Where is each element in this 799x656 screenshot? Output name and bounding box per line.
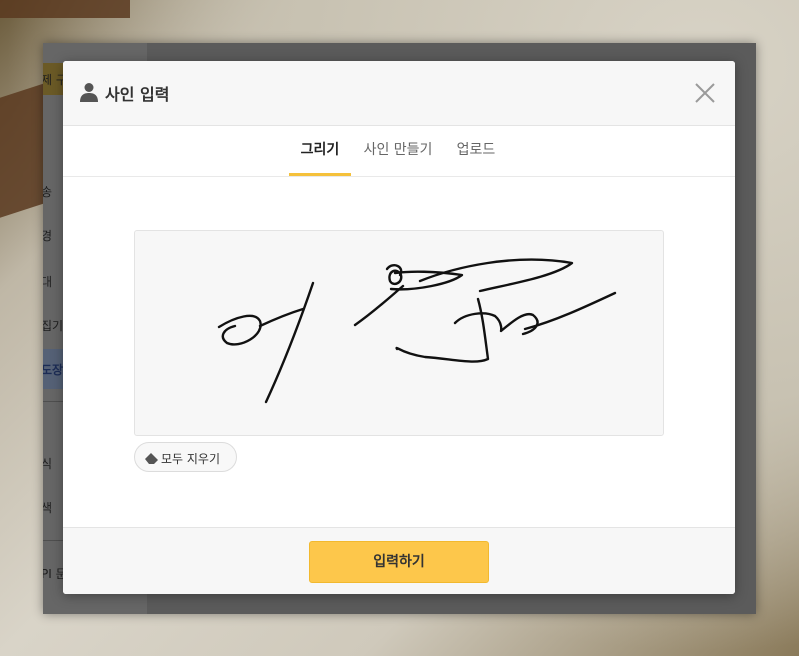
tab-bar: 그리기 사인 만들기 업로드 xyxy=(63,125,735,177)
clear-all-button[interactable]: 모두 지우기 xyxy=(134,442,237,472)
modal-title: 사인 입력 xyxy=(105,85,170,104)
sidebar-item[interactable]: 색 xyxy=(43,499,52,516)
sidebar-item[interactable]: 경 xyxy=(43,227,52,244)
background-shelf xyxy=(0,0,130,18)
sidebar-item-active[interactable]: 도장 xyxy=(43,361,63,378)
submit-button[interactable]: 입력하기 xyxy=(309,541,489,583)
eraser-icon xyxy=(145,453,158,464)
modal-footer: 입력하기 xyxy=(63,527,735,594)
tab-draw[interactable]: 그리기 xyxy=(289,125,351,176)
user-icon xyxy=(80,83,98,102)
clear-all-label: 모두 지우기 xyxy=(161,452,221,466)
signature-canvas[interactable] xyxy=(134,230,664,436)
modal-header: 사인 입력 xyxy=(63,61,735,126)
tab-upload[interactable]: 업로드 xyxy=(448,125,504,176)
close-icon[interactable] xyxy=(691,79,719,107)
sidebar-item[interactable]: 집기 xyxy=(43,317,63,334)
sidebar-item[interactable]: 송 xyxy=(43,183,52,200)
tab-create-signature[interactable]: 사인 만들기 xyxy=(359,125,437,176)
signature-modal: 사인 입력 그리기 사인 만들기 업로드 모두 지우기 입력하기 xyxy=(63,61,735,594)
signature-strokes xyxy=(217,258,617,404)
sidebar-item[interactable]: 대 xyxy=(43,273,52,290)
sidebar-item[interactable]: 식 xyxy=(43,455,52,472)
